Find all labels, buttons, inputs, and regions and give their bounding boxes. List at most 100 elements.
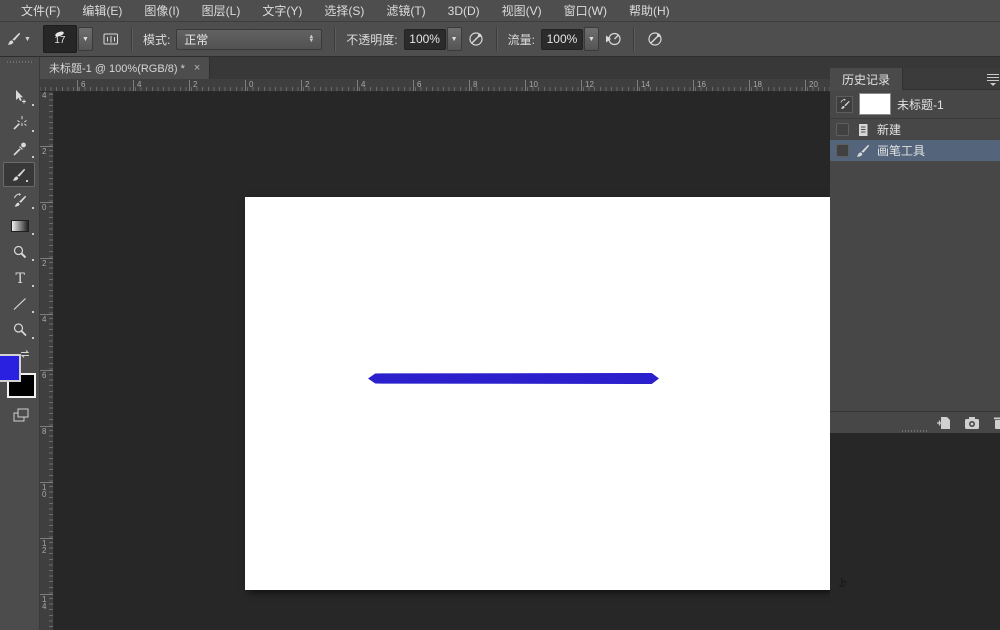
brush-picker-dropdown-button[interactable]: ▼ — [78, 27, 93, 51]
foreground-color-swatch[interactable] — [0, 354, 21, 382]
divider — [633, 27, 635, 51]
blend-mode-value: 正常 — [184, 31, 208, 48]
history-panel-header: 历史记录 — [830, 68, 1000, 90]
canvas-viewport[interactable] — [54, 92, 830, 630]
flow-label: 流量: — [508, 31, 535, 48]
document-tab-title: 未标题-1 @ 100%(RGB/8) * — [49, 60, 185, 76]
history-checkbox[interactable] — [836, 123, 849, 136]
brush-preset-picker[interactable]: 17 — [43, 25, 77, 53]
updown-arrows-icon: ▲▼ — [308, 35, 314, 43]
history-brush-source-box[interactable] — [836, 96, 853, 113]
document-tab[interactable]: 未标题-1 @ 100%(RGB/8) * × — [40, 57, 210, 79]
horizontal-ruler[interactable]: 64202468101214161820 — [40, 79, 830, 92]
magic-wand-tool[interactable] — [0, 110, 40, 136]
menu-item-6[interactable]: 滤镜(T) — [375, 2, 436, 19]
panel-gripper[interactable] — [7, 61, 33, 63]
menu-item-5[interactable]: 选择(S) — [313, 2, 375, 19]
history-brush-tool[interactable] — [0, 187, 40, 213]
document-tab-bar: 未标题-1 @ 100%(RGB/8) * × — [40, 57, 830, 79]
toggle-brush-panel-button[interactable] — [101, 29, 121, 49]
cursor-mark — [838, 577, 848, 589]
toggle-brush-panel-icon — [103, 31, 119, 47]
ruler-label: 6 — [79, 80, 85, 89]
gradient-tool[interactable] — [0, 213, 40, 239]
pressure-size-button[interactable] — [645, 29, 665, 49]
svg-text:T: T — [16, 271, 26, 286]
history-item-2[interactable]: 画笔工具 — [830, 140, 1000, 161]
close-icon[interactable]: × — [194, 62, 200, 74]
ruler-label: 4 — [359, 80, 365, 89]
menu-bar: 文件(F)编辑(E)图像(I)图层(L)文字(Y)选择(S)滤镜(T)3D(D)… — [0, 0, 1000, 22]
chevron-down-icon: ▼ — [24, 36, 31, 43]
type-icon: T — [12, 270, 28, 286]
tab-history[interactable]: 历史记录 — [830, 68, 903, 90]
panel-menu-icon[interactable] — [986, 72, 1000, 86]
delete-state-icon[interactable] — [991, 415, 1000, 431]
menu-item-2[interactable]: 图像(I) — [133, 2, 190, 19]
menu-item-1[interactable]: 编辑(E) — [71, 2, 133, 19]
opacity-dropdown-button[interactable]: ▼ — [447, 27, 462, 51]
line-tool[interactable] — [0, 291, 40, 317]
ruler-label: 4 — [135, 80, 141, 89]
history-item-label: 画笔工具 — [877, 142, 925, 159]
airbrush-button[interactable] — [603, 29, 623, 49]
ruler-label: 20 — [807, 80, 818, 89]
screen-mode-icon[interactable] — [12, 407, 30, 423]
ruler-label: 2 — [42, 148, 46, 155]
vertical-ruler[interactable]: 42024681 01 21 4 — [40, 92, 54, 630]
flow-dropdown-button[interactable]: ▼ — [584, 27, 599, 51]
brush-icon — [855, 143, 871, 159]
ruler-label: 4 — [42, 316, 46, 323]
menu-item-9[interactable]: 窗口(W) — [553, 2, 618, 19]
type-tool[interactable]: T — [0, 265, 40, 291]
tool-preset-picker[interactable]: ▼ — [6, 31, 31, 47]
snapshot-thumbnail — [859, 93, 891, 115]
ruler-label: 2 — [191, 80, 197, 89]
menu-item-8[interactable]: 视图(V) — [491, 2, 553, 19]
blend-mode-select[interactable]: 正常 ▲▼ — [176, 29, 322, 50]
ruler-label: 0 — [42, 204, 46, 211]
pressure-opacity-button[interactable] — [466, 29, 486, 49]
tools-panel: T — [0, 57, 40, 630]
menu-item-7[interactable]: 3D(D) — [437, 4, 491, 18]
history-brush-icon — [12, 192, 28, 208]
ruler-label: 16 — [695, 80, 706, 89]
opacity-input[interactable]: 100% — [404, 29, 446, 50]
menu-item-0[interactable]: 文件(F) — [10, 2, 71, 19]
ruler-label: 10 — [527, 80, 538, 89]
document-canvas[interactable] — [245, 197, 830, 590]
move-tool[interactable] — [0, 84, 40, 110]
ruler-label: 1 0 — [42, 484, 46, 498]
dodge-icon — [12, 244, 28, 260]
divider — [496, 27, 498, 51]
ruler-label: 12 — [583, 80, 594, 89]
eyedropper-tool[interactable] — [0, 136, 40, 162]
new-snapshot-icon[interactable] — [963, 415, 981, 431]
tablet-pressure-opacity-icon — [467, 30, 485, 48]
divider — [131, 27, 133, 51]
menu-item-3[interactable]: 图层(L) — [191, 2, 252, 19]
flow-value: 100% — [547, 32, 578, 46]
menu-item-4[interactable]: 文字(Y) — [251, 2, 313, 19]
history-checkbox[interactable] — [836, 144, 849, 157]
ruler-label: 4 — [42, 92, 46, 99]
ruler-label: 2 — [303, 80, 309, 89]
menu-item-10[interactable]: 帮助(H) — [618, 2, 681, 19]
ruler-label: 1 4 — [42, 596, 46, 610]
new-document-from-state-icon[interactable] — [935, 415, 953, 431]
brush-options-bar: ▼ 17 ▼ 模式: 正常 ▲▼ 不透明度: 100% ▼ 流量: 100% ▼ — [0, 22, 1000, 57]
zoom-tool[interactable] — [0, 317, 40, 343]
ruler-label: 6 — [415, 80, 421, 89]
history-item-1[interactable]: 新建 — [830, 119, 1000, 140]
history-item-label: 新建 — [877, 121, 901, 138]
history-item-0[interactable]: 未标题-1 — [830, 90, 1000, 119]
brush-tool[interactable] — [3, 162, 35, 187]
ruler-label: 8 — [471, 80, 477, 89]
eyedropper-icon — [12, 141, 28, 157]
airbrush-icon — [604, 30, 622, 48]
brush-icon — [11, 167, 27, 183]
flow-input[interactable]: 100% — [541, 29, 583, 50]
brush-icon — [6, 31, 22, 47]
dodge-tool[interactable] — [0, 239, 40, 265]
panel-resize-gripper[interactable] — [902, 430, 928, 432]
